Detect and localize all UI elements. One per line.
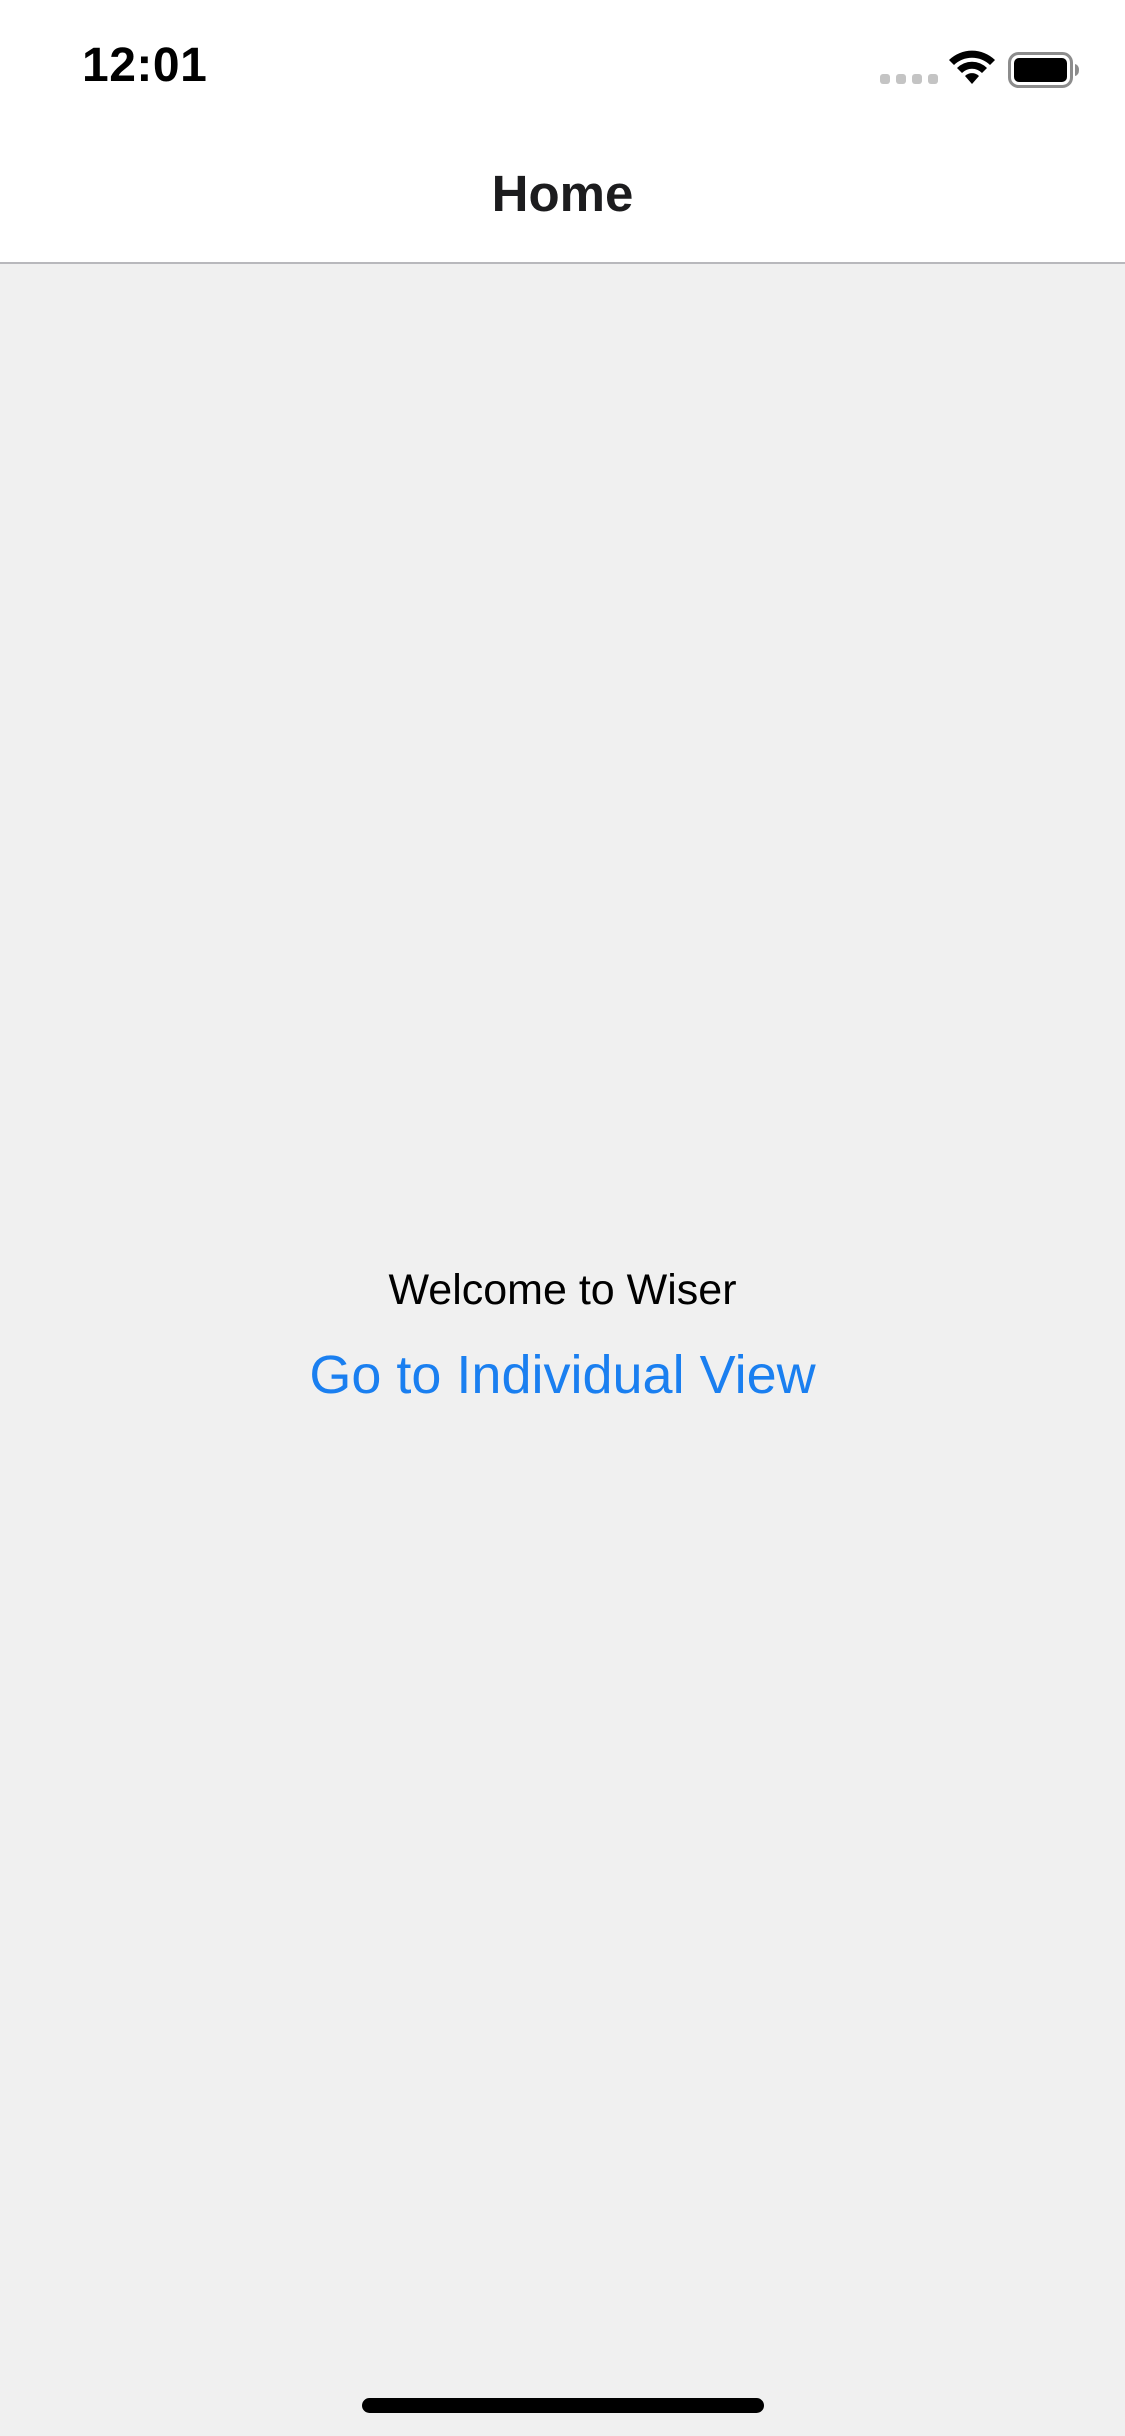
cellular-signal-icon — [880, 74, 938, 84]
go-to-individual-view-link[interactable]: Go to Individual View — [300, 1344, 825, 1406]
home-indicator[interactable] — [362, 2398, 764, 2413]
main-content: Welcome to Wiser Go to Individual View — [0, 264, 1125, 2436]
battery-icon — [1008, 52, 1079, 88]
status-time: 12:01 — [82, 39, 208, 92]
status-bar: 12:01 — [0, 0, 1125, 132]
welcome-text: Welcome to Wiser — [388, 1266, 737, 1314]
app-screen: 12:01 Home Welcome to Wiser Go to Indivi… — [0, 0, 1125, 2436]
navigation-bar: Home — [0, 132, 1125, 264]
page-title: Home — [491, 165, 634, 222]
wifi-icon — [949, 50, 995, 84]
